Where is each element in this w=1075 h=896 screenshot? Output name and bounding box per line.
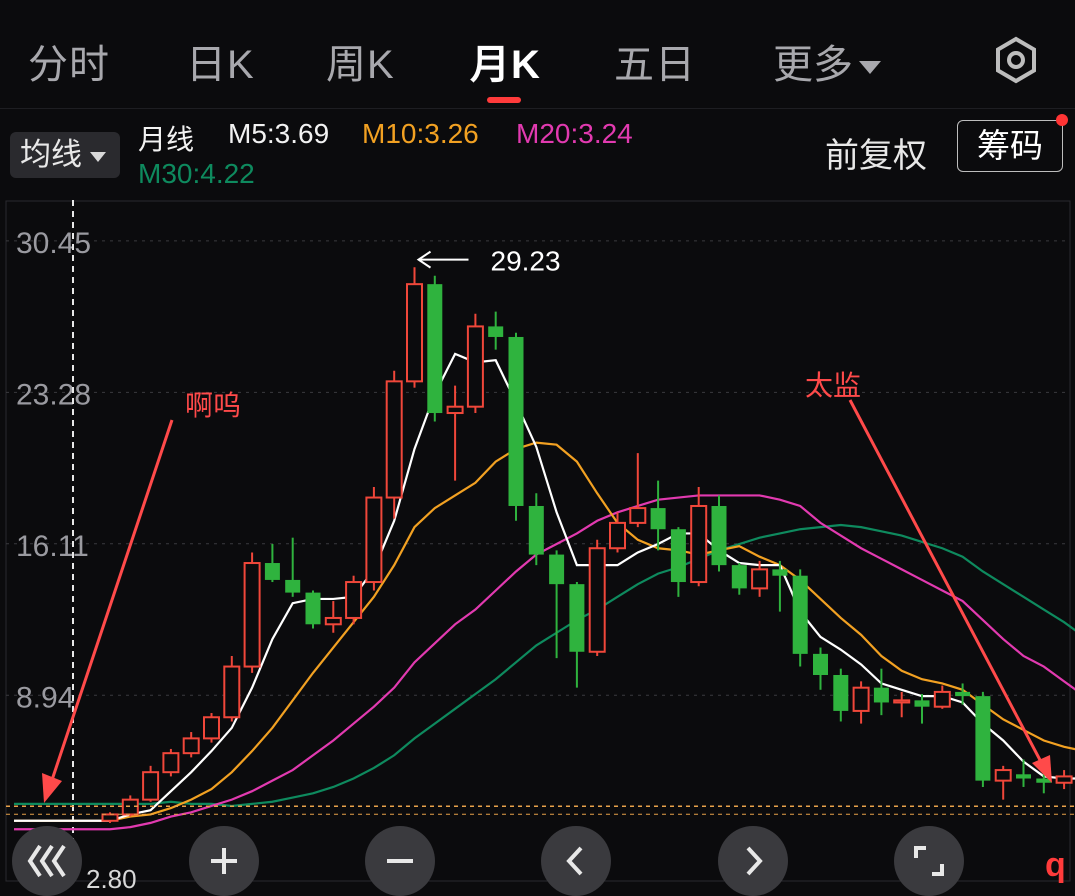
tab-five-day[interactable]: 五日 <box>614 32 696 90</box>
candle-body-down <box>915 700 930 706</box>
left-annotation-arrowhead <box>42 773 62 803</box>
candle-body-up <box>448 407 463 413</box>
tab-weekly-k[interactable]: 周K <box>326 32 395 90</box>
candle-body-down <box>732 565 747 588</box>
candle-body-down <box>549 555 564 585</box>
candle-body-up <box>143 772 158 799</box>
low-price-label: 2.80 <box>86 864 137 895</box>
candle-body-up <box>590 548 605 652</box>
peak-value-label: 29.23 <box>491 246 561 277</box>
monthly-kline-chart[interactable]: 30.45 23.28 16.11 8.94 29.23 啊呜 太监 <box>0 195 1075 882</box>
active-tab-indicator <box>487 97 521 103</box>
caret-down-icon <box>90 152 106 162</box>
candle-body-up <box>610 523 625 548</box>
candle-body-up <box>630 508 645 523</box>
ma-line-m20 <box>14 495 1075 829</box>
candle-body-down <box>651 508 666 529</box>
candle-body-up <box>224 667 239 718</box>
candle-body-up <box>123 800 138 815</box>
left-annotation-arrow <box>52 420 172 780</box>
candle-body-up <box>163 753 178 772</box>
ma5-value: M5:3.69 <box>228 118 329 150</box>
candle-body-down <box>813 654 828 675</box>
candle-body-up <box>935 692 950 707</box>
candle-body-down <box>955 692 970 696</box>
candle-body-up <box>752 569 767 588</box>
fullscreen-button[interactable] <box>894 826 964 896</box>
candle-body-up <box>996 770 1011 781</box>
candle-body-down <box>793 576 808 654</box>
left-annotation: 啊呜 <box>185 389 241 422</box>
candle-body-down <box>529 506 544 555</box>
candle-body-up <box>366 498 381 583</box>
next-button[interactable] <box>718 826 788 896</box>
y-tick-label: 23.28 <box>16 378 91 411</box>
corner-label: q <box>1045 846 1066 885</box>
candle-body-down <box>427 284 442 413</box>
candle-body-down <box>285 580 300 593</box>
period-tab-bar: 分时 日K 周K 月K 五日 更多 <box>0 0 1075 109</box>
candle-body-up <box>387 381 402 497</box>
candle-body-down <box>671 529 686 582</box>
y-tick-label: 30.45 <box>16 227 91 260</box>
candle-body-down <box>306 593 321 625</box>
candle-body-down <box>488 326 503 337</box>
y-tick-label: 16.11 <box>16 530 89 563</box>
candle-body-up <box>894 700 909 702</box>
tab-daily-k[interactable]: 日K <box>186 32 255 90</box>
zoom-in-button[interactable] <box>189 826 259 896</box>
candle-body-up <box>691 506 706 582</box>
tab-more[interactable]: 更多 <box>773 32 881 90</box>
prev-button[interactable] <box>541 826 611 896</box>
candle-body-up <box>468 326 483 406</box>
prev-icon <box>541 826 611 896</box>
candle-body-down <box>1016 774 1031 778</box>
price-adjust-toggle[interactable]: 前复权 <box>825 128 927 177</box>
zoom-out-icon <box>365 826 435 896</box>
more-label: 更多 <box>773 43 853 87</box>
candle-body-down <box>509 337 524 506</box>
candle-body-up <box>184 738 199 753</box>
ma10-value: M10:3.26 <box>362 118 479 150</box>
candle-body-down <box>874 688 889 703</box>
candle-body-down <box>833 675 848 711</box>
candle-body-up <box>245 563 260 667</box>
next-icon <box>718 826 788 896</box>
period-label: 月线 <box>138 118 194 158</box>
candle-body-up <box>407 284 422 381</box>
zoom-in-icon <box>189 826 259 896</box>
y-tick-label: 8.94 <box>16 681 74 714</box>
caret-down-icon <box>859 61 881 74</box>
right-annotation: 太监 <box>805 369 861 402</box>
rewind-button[interactable] <box>12 826 82 896</box>
candle-body-up <box>854 688 869 711</box>
candle-body-down <box>975 696 990 781</box>
tab-monthly-k[interactable]: 月K <box>470 32 541 90</box>
ma-dropdown-label: 均线 <box>20 137 82 172</box>
zoom-out-button[interactable] <box>365 826 435 896</box>
tab-intraday[interactable]: 分时 <box>28 32 110 90</box>
candle-body-up <box>204 717 219 738</box>
ma20-value: M20:3.24 <box>516 118 633 150</box>
settings-hex-icon[interactable] <box>992 36 1040 84</box>
ma30-value: M30:4.22 <box>138 158 255 190</box>
notification-dot <box>1056 114 1068 126</box>
candle-body-down <box>265 563 280 580</box>
ma-line-m5 <box>14 354 1075 821</box>
rewind-icon <box>12 826 82 896</box>
ma-dropdown[interactable]: 均线 <box>10 132 120 178</box>
candle-body-down <box>712 506 727 565</box>
fullscreen-icon <box>894 826 964 896</box>
candle-body-up <box>326 618 341 624</box>
candle-body-up <box>1057 776 1072 782</box>
chips-button[interactable]: 筹码 <box>957 120 1063 172</box>
candle-body-down <box>569 584 584 652</box>
candle-body-down <box>772 569 787 575</box>
candle-body-up <box>346 582 361 618</box>
candle-body-up <box>103 814 118 820</box>
